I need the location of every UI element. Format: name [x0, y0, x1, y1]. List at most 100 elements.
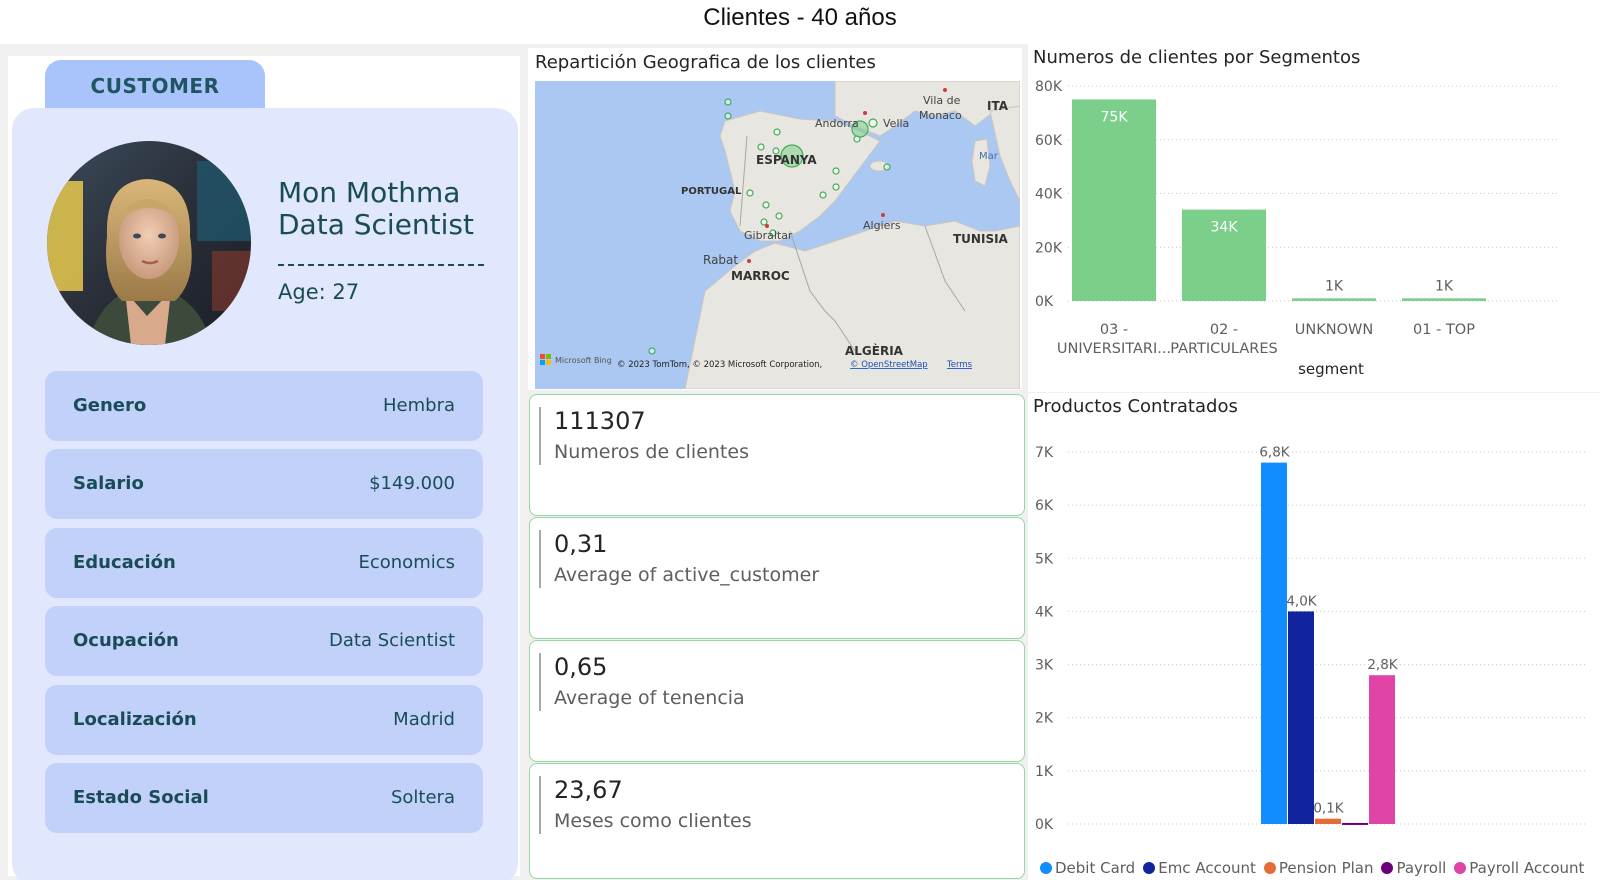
map-bubble — [724, 98, 732, 106]
microsoft-logo-icon — [540, 354, 545, 359]
avatar-photo-illustration — [47, 141, 251, 345]
customer-name: Mon Mothma — [278, 176, 461, 209]
map-label-portugal: PORTUGAL — [681, 186, 742, 197]
segment-bar — [1072, 99, 1156, 301]
legend-dot-icon — [1143, 862, 1156, 874]
dashboard-canvas: Clientes - 40 años CUSTOMER Mon Mothma D… — [0, 0, 1608, 880]
kpi-label: Average of tenencia — [554, 687, 745, 709]
map-bubble — [832, 183, 840, 191]
y-tick-label: 4K — [1035, 604, 1054, 620]
kpi-card-tenencia: 0,65 Average of tenencia — [529, 640, 1025, 762]
kpi-label: Numeros de clientes — [554, 441, 749, 463]
y-tick-label: 20K — [1035, 240, 1063, 256]
map-label-algiers: Algiers — [863, 219, 901, 232]
map-bing: Microsoft Bing — [555, 356, 612, 365]
kpi-accent — [539, 653, 541, 711]
map-bubble — [819, 191, 827, 199]
map-bubble — [762, 201, 770, 209]
legend-label: Emc Account — [1158, 859, 1256, 877]
product-bar — [1369, 675, 1395, 824]
legend-label: Payroll Account — [1469, 859, 1585, 877]
kpi-accent — [539, 776, 541, 834]
map-title: Repartición Geografica de los clientes — [535, 52, 876, 73]
legend-item[interactable]: Emc Account — [1143, 859, 1256, 877]
segment-bar — [1402, 298, 1486, 301]
legend-item[interactable]: Payroll Account — [1454, 859, 1584, 877]
y-tick-label: 6K — [1035, 498, 1054, 514]
data-label: 1K — [1435, 278, 1454, 294]
field-value: Hembra — [383, 395, 455, 416]
kpi-accent — [539, 530, 541, 588]
map-label-vella: Vella — [883, 117, 909, 130]
field-genero: Genero Hembra — [45, 371, 483, 441]
segment-bar-chart: 0K 20K 40K 60K 80K 75K 03 - UNIVERSITARI... 34K 0… — [1035, 79, 1558, 378]
field-educacion: Educación Economics — [45, 528, 483, 598]
product-bar — [1342, 822, 1368, 825]
legend-label: Pension Plan — [1278, 859, 1374, 877]
field-label: Genero — [73, 395, 147, 416]
y-tick-label: 0K — [1035, 817, 1054, 833]
terms-link[interactable]: Terms — [946, 360, 973, 370]
legend-label: Payroll — [1396, 859, 1447, 877]
customer-age: Age: 27 — [278, 280, 360, 304]
map-bubble — [853, 135, 861, 143]
map-bubble — [760, 218, 768, 226]
kpi-value: 111307 — [554, 407, 646, 435]
city-marker — [863, 111, 867, 115]
field-salario: Salario $149.000 — [45, 449, 483, 519]
map-label-espanya: ESPANYA — [756, 153, 817, 167]
field-estado-social: Estado Social Soltera — [45, 763, 483, 833]
legend-item[interactable]: Payroll — [1381, 859, 1446, 877]
map-bubble — [757, 143, 765, 151]
map-label-andorra: Andorra — [815, 117, 859, 130]
map-label-rabat: Rabat — [703, 253, 738, 267]
map-canvas[interactable]: ESPANYA PORTUGAL Andorra Vella Vila de M… — [535, 81, 1020, 389]
map-bubble — [746, 189, 754, 197]
y-tick-label: 2K — [1035, 711, 1054, 727]
map-bubble — [775, 212, 783, 220]
customer-avatar — [47, 141, 251, 345]
kpi-value: 0,65 — [554, 653, 608, 681]
field-value: Data Scientist — [329, 630, 455, 651]
field-value: Soltera — [390, 787, 455, 808]
segment-bar — [1292, 298, 1376, 301]
y-tick-label: 5K — [1035, 551, 1054, 567]
product-bar — [1315, 818, 1341, 824]
y-tick-label: 80K — [1035, 79, 1063, 95]
map-label-mar: Mar — [979, 151, 999, 162]
name-divider — [278, 264, 484, 266]
city-marker — [747, 259, 751, 263]
data-label: 75K — [1101, 109, 1129, 125]
microsoft-logo-icon-g — [546, 354, 551, 359]
osm-link[interactable]: © OpenStreetMap — [850, 360, 928, 370]
legend-dot-icon — [1263, 862, 1276, 874]
legend-item[interactable]: Debit Card — [1040, 859, 1135, 877]
microsoft-logo-icon-b — [540, 360, 545, 365]
data-label: 4,0K — [1286, 593, 1317, 609]
field-localizacion: Localización Madrid — [45, 685, 483, 755]
kpi-card-active-customer: 0,31 Average of active_customer — [529, 517, 1025, 639]
kpi-accent — [539, 407, 541, 465]
legend-dot-icon — [1454, 862, 1467, 874]
products-chart-legend: Debit Card Emc Account Pension Plan Payroll… — [1040, 858, 1592, 878]
legend-item[interactable]: Pension Plan — [1263, 859, 1374, 877]
field-ocupacion: Ocupación Data Scientist — [45, 606, 483, 676]
x-tick-label: 02 - — [1210, 322, 1238, 338]
map-attribution: © 2023 TomTom, © 2023 Microsoft Corporat… — [617, 360, 822, 370]
map-label-gibraltar: Gibraltar — [744, 229, 793, 242]
data-label: 2,8K — [1367, 657, 1398, 673]
product-bar — [1261, 462, 1287, 824]
field-label: Estado Social — [73, 787, 209, 808]
data-label: 34K — [1211, 220, 1239, 236]
customer-map[interactable]: ESPANYA PORTUGAL Andorra Vella Vila de M… — [535, 81, 1020, 389]
map-bubble — [832, 167, 840, 175]
legend-dot-icon — [1040, 862, 1052, 874]
map-label-monaco-1: Vila de — [923, 94, 961, 107]
x-tick-label: PARTICULARES — [1170, 341, 1277, 357]
products-chart-title: Productos Contratados — [1033, 396, 1238, 417]
x-tick-label: 03 - — [1100, 322, 1128, 338]
city-marker — [881, 213, 885, 217]
customer-tab-label: CUSTOMER — [90, 74, 220, 98]
y-tick-label: 1K — [1035, 764, 1054, 780]
map-label-italy: ITA — [987, 99, 1009, 113]
